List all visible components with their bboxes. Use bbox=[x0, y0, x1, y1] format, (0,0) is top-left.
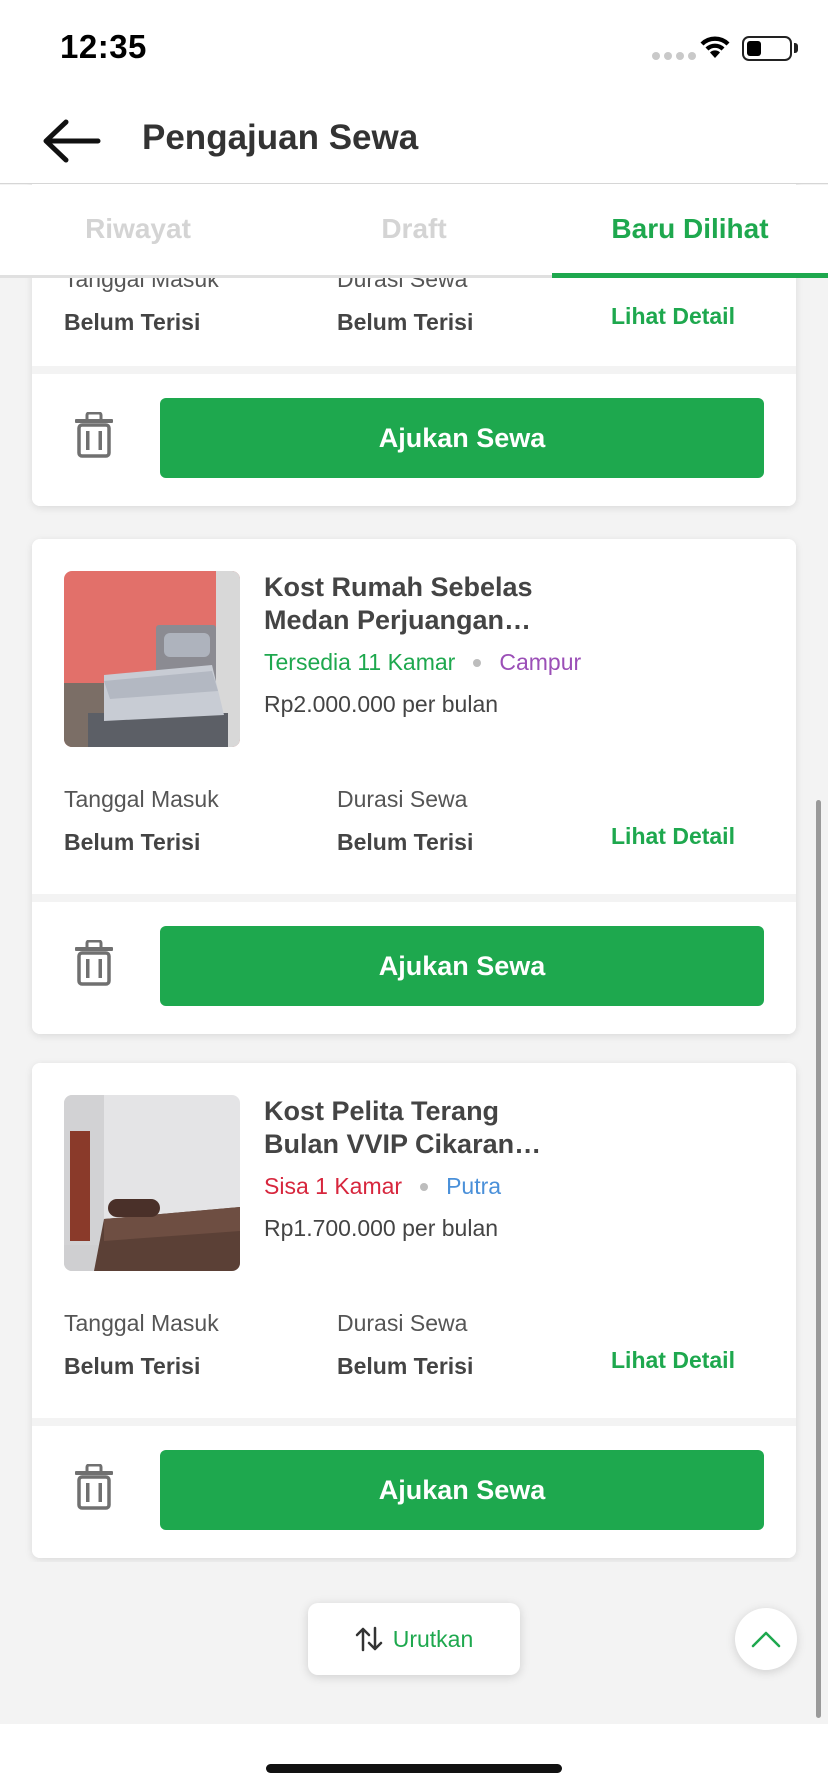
kost-price: Rp1.700.000 per bulan bbox=[264, 1215, 499, 1241]
wifi-icon bbox=[698, 34, 732, 65]
availability-status: Tersedia 11 Kamar bbox=[264, 649, 456, 675]
detail-link[interactable]: Lihat Detail bbox=[611, 303, 735, 330]
checkin-value: Belum Terisi bbox=[64, 309, 201, 335]
card-info-section[interactable]: Kost Pelita Terang Bulan VVIP Cikaran… S… bbox=[32, 1063, 796, 1418]
scroll-to-top-button[interactable] bbox=[735, 1608, 797, 1670]
cellular-signal-icon bbox=[652, 52, 696, 60]
back-arrow-icon[interactable] bbox=[40, 116, 104, 166]
detail-link[interactable]: Lihat Detail bbox=[611, 1347, 735, 1374]
card-actions: Ajukan Sewa bbox=[32, 902, 796, 1034]
sort-button[interactable]: Urutkan bbox=[308, 1603, 520, 1675]
app-header: Pengajuan Sewa bbox=[0, 100, 828, 184]
availability-row: Sisa 1 Kamar Putra bbox=[264, 1173, 501, 1200]
card-info-section[interactable]: Kost Rumah Sebelas Medan Perjuangan… Ter… bbox=[32, 539, 796, 894]
separator-dot bbox=[420, 1182, 429, 1191]
checkin-value: Belum Terisi bbox=[64, 1353, 201, 1379]
submit-rent-button[interactable]: Ajukan Sewa bbox=[160, 926, 764, 1006]
tab-draft[interactable]: Draft bbox=[276, 185, 552, 278]
sort-label: Urutkan bbox=[392, 1625, 474, 1652]
kost-card: Kost Pelita Terang Bulan VVIP Cikaran… S… bbox=[32, 1063, 796, 1558]
page-title: Pengajuan Sewa bbox=[142, 118, 419, 157]
availability-status: Sisa 1 Kamar bbox=[264, 1173, 403, 1199]
tab-riwayat[interactable]: Riwayat bbox=[0, 185, 276, 278]
duration-label: Durasi Sewa bbox=[337, 1310, 468, 1336]
submit-rent-button[interactable]: Ajukan Sewa bbox=[160, 1450, 764, 1530]
kost-card: Kost Rumah Sebelas Medan Perjuangan… Ter… bbox=[32, 539, 796, 1034]
kost-photo[interactable] bbox=[64, 571, 240, 747]
kost-name[interactable]: Kost Rumah Sebelas Medan Perjuangan… bbox=[264, 571, 564, 637]
card-actions: Ajukan Sewa bbox=[32, 1426, 796, 1558]
battery-icon bbox=[742, 36, 792, 61]
checkin-value: Belum Terisi bbox=[64, 829, 201, 855]
detail-link[interactable]: Lihat Detail bbox=[611, 823, 735, 850]
home-indicator[interactable] bbox=[266, 1764, 562, 1773]
checkin-label: Tanggal Masuk bbox=[64, 786, 219, 812]
status-time: 12:35 bbox=[60, 28, 147, 65]
chevron-up-icon bbox=[751, 1631, 781, 1648]
tab-bar: Riwayat Draft Baru Dilihat bbox=[0, 185, 828, 278]
gender-type: Putra bbox=[446, 1173, 502, 1199]
duration-value: Belum Terisi bbox=[337, 309, 474, 335]
card-actions: Ajukan Sewa bbox=[32, 374, 796, 506]
gender-type: Campur bbox=[499, 649, 582, 675]
duration-value: Belum Terisi bbox=[337, 829, 474, 855]
duration-label: Durasi Sewa bbox=[337, 786, 468, 812]
kost-photo[interactable] bbox=[64, 1095, 240, 1271]
duration-value: Belum Terisi bbox=[337, 1353, 474, 1379]
status-bar: 12:35 bbox=[0, 0, 828, 100]
scrollbar[interactable] bbox=[816, 800, 821, 1718]
kost-name[interactable]: Kost Pelita Terang Bulan VVIP Cikaran… bbox=[264, 1095, 564, 1161]
bottom-safe-area bbox=[0, 1724, 828, 1792]
separator-dot bbox=[473, 658, 482, 667]
submit-rent-button[interactable]: Ajukan Sewa bbox=[160, 398, 764, 478]
kost-price: Rp2.000.000 per bulan bbox=[264, 691, 499, 717]
tab-baru-dilihat[interactable]: Baru Dilihat bbox=[552, 185, 828, 278]
trash-icon[interactable] bbox=[74, 939, 114, 986]
trash-icon[interactable] bbox=[74, 1463, 114, 1510]
availability-row: Tersedia 11 Kamar Campur bbox=[264, 649, 581, 676]
checkin-label: Tanggal Masuk bbox=[64, 1310, 219, 1336]
sort-arrows-icon bbox=[355, 1626, 382, 1652]
trash-icon[interactable] bbox=[74, 411, 114, 458]
